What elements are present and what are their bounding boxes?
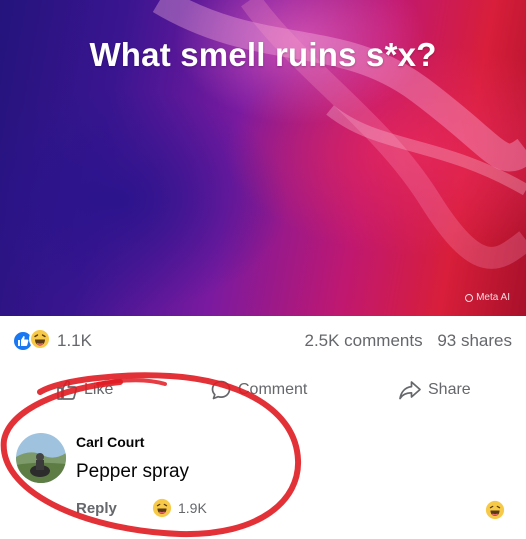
- commenter-avatar[interactable]: [16, 433, 66, 483]
- share-button[interactable]: Share: [398, 372, 471, 408]
- post-image[interactable]: What smell ruins s*x? Meta AI: [0, 0, 526, 316]
- commenter-name[interactable]: Carl Court: [76, 434, 144, 450]
- comment-text: Pepper spray: [76, 461, 190, 482]
- post-title: What smell ruins s*x?: [89, 36, 437, 73]
- comment-icon: [211, 380, 231, 400]
- shares-count-link[interactable]: 93 shares: [437, 331, 512, 350]
- comments-count-link[interactable]: 2.5K comments: [304, 331, 422, 350]
- meta-ai-watermark: Meta AI: [465, 292, 510, 303]
- thumbs-up-icon: [57, 380, 78, 400]
- comment-reactions[interactable]: 1.9K: [152, 498, 207, 518]
- haha-reaction-icon[interactable]: [485, 500, 505, 525]
- like-button[interactable]: Like: [56, 372, 113, 408]
- reactions-count: 1.1K: [57, 331, 92, 350]
- share-icon: [399, 381, 421, 400]
- reactions-summary[interactable]: 1.1K: [12, 327, 92, 355]
- haha-reaction-icon: [152, 498, 172, 518]
- reply-button[interactable]: Reply: [76, 500, 117, 517]
- comment-label: Comment: [238, 381, 308, 398]
- share-label: Share: [428, 381, 471, 398]
- post-actions-bar: Like Comment Share: [0, 372, 526, 408]
- like-label: Like: [84, 381, 114, 398]
- engagement-stats: 2.5K comments 93 shares: [304, 331, 512, 351]
- haha-reaction-icon: [29, 327, 51, 355]
- comment-button[interactable]: Comment: [210, 372, 307, 408]
- meta-ai-icon: [465, 293, 474, 302]
- meta-ai-label: Meta AI: [476, 292, 510, 303]
- comment-reaction-count: 1.9K: [178, 500, 207, 516]
- reactions-summary-row: 1.1K 2.5K comments 93 shares: [12, 327, 512, 355]
